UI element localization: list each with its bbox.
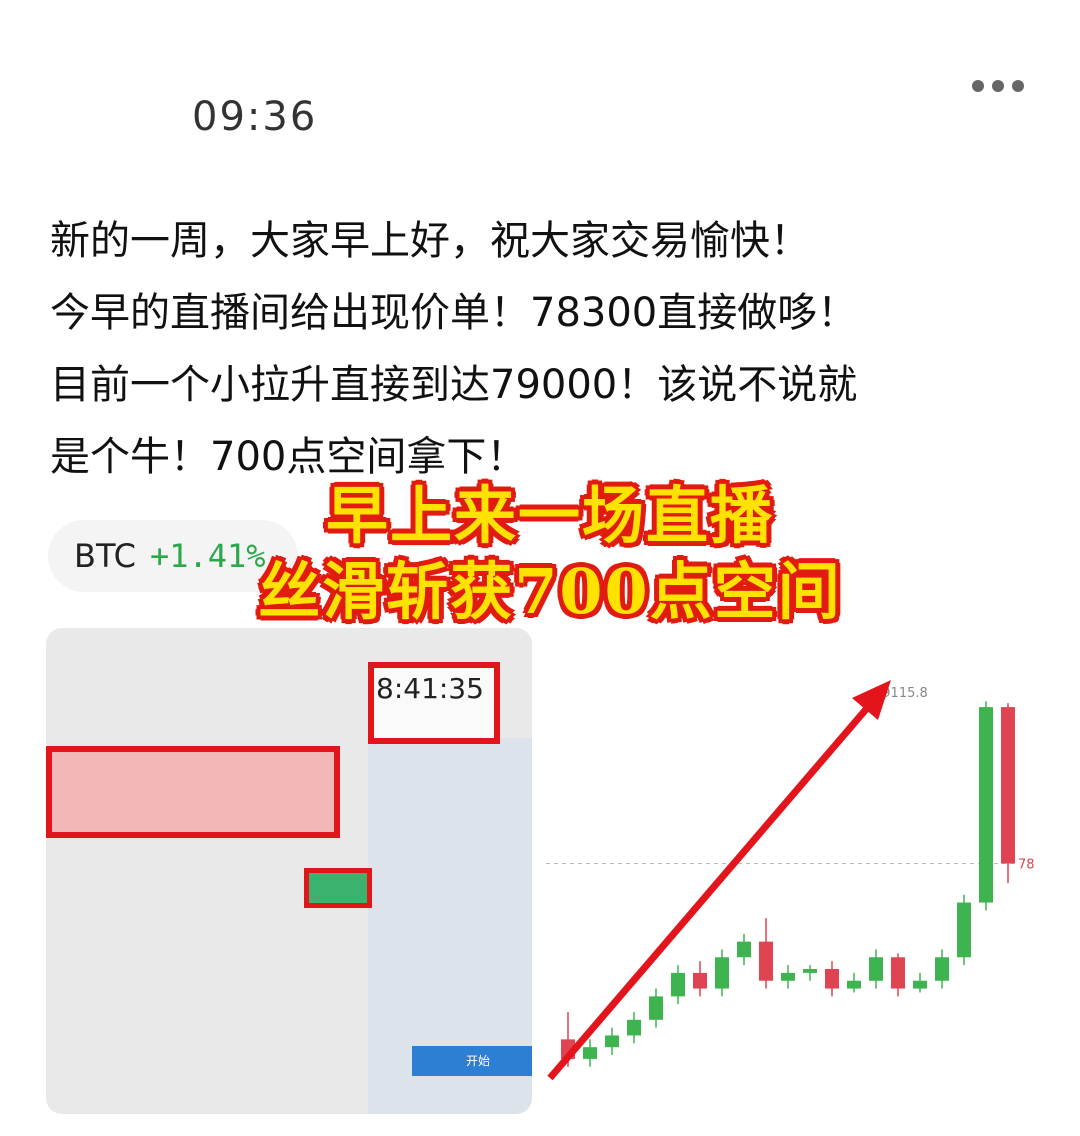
candle-body bbox=[605, 1035, 619, 1048]
post-text: 新的一周，大家早上好，祝大家交易愉快！ 今早的直播间给出现价单！78300直接做… bbox=[50, 205, 1040, 493]
more-options-icon[interactable] bbox=[972, 78, 1032, 94]
candle-body bbox=[1001, 707, 1015, 864]
candle-body bbox=[913, 980, 927, 989]
candlestick-chart-image[interactable]: 79115.8 78 bbox=[546, 628, 1036, 1114]
candle-body bbox=[627, 1019, 641, 1036]
small-highlight-box bbox=[304, 868, 372, 908]
candlestick-chart: 79115.878 bbox=[546, 680, 1035, 1081]
candle-body bbox=[715, 957, 729, 989]
candle-body bbox=[649, 996, 663, 1020]
post-line: 今早的直播间给出现价单！78300直接做哆！ bbox=[50, 290, 858, 336]
caption-line-1: 早上来一场直播 bbox=[325, 479, 774, 552]
candle-body bbox=[847, 980, 861, 989]
screenshot-photo[interactable]: 8:41:35 开始 bbox=[46, 628, 532, 1114]
post-line: 新的一周，大家早上好，祝大家交易愉快！ bbox=[50, 218, 810, 264]
candle-body bbox=[803, 969, 817, 973]
post-time: 09:36 bbox=[192, 94, 318, 140]
candle-body bbox=[935, 957, 949, 981]
caption-line-2: 丝滑斩获700点空间 bbox=[258, 555, 842, 628]
candle-body bbox=[583, 1047, 597, 1059]
candle-body bbox=[979, 707, 993, 903]
trend-arrow-line bbox=[547, 697, 877, 1081]
current-price-label: 78 bbox=[1018, 857, 1035, 872]
candle-body bbox=[891, 957, 905, 989]
start-button-label: 开始 bbox=[466, 1054, 491, 1068]
post-line: 目前一个小拉升直接到达79000！该说不说就 bbox=[50, 362, 858, 408]
candle-body bbox=[693, 972, 707, 989]
candle-body bbox=[825, 969, 839, 989]
candle-body bbox=[869, 957, 883, 981]
clock-text: 8:41:35 bbox=[376, 672, 484, 705]
candle-body bbox=[759, 941, 773, 981]
caption-overlay: 早上来一场直播 丝滑斩获700点空间 bbox=[200, 478, 900, 630]
note-highlight-box bbox=[46, 746, 340, 838]
candle-body bbox=[781, 972, 795, 981]
candle-body bbox=[957, 902, 971, 958]
candle-body bbox=[737, 941, 751, 958]
ticker-symbol: BTC bbox=[74, 537, 136, 575]
candle-body bbox=[671, 972, 685, 997]
